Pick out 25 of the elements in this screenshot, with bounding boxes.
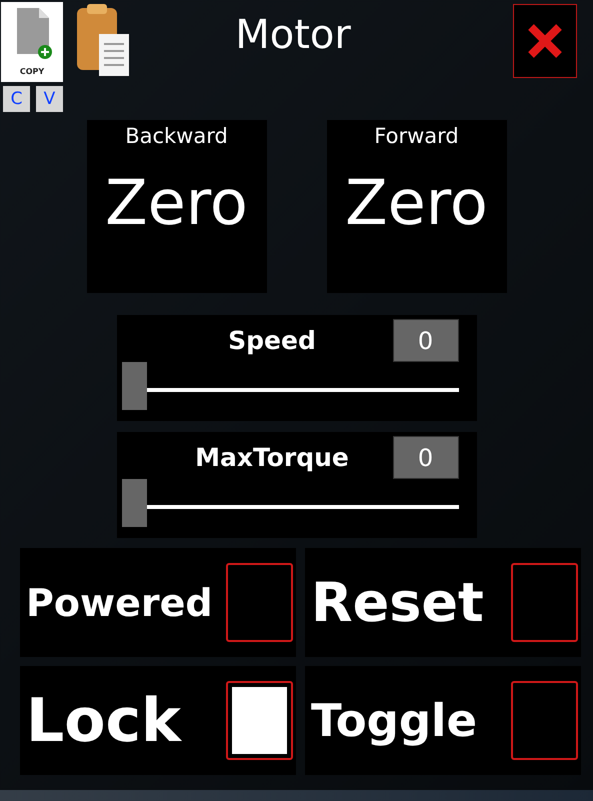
checkbox[interactable] xyxy=(226,563,293,642)
direction-label: Backward xyxy=(125,124,228,148)
direction-label: Forward xyxy=(374,124,459,148)
direction-value: Zero xyxy=(345,166,488,239)
slider-label: MaxTorque xyxy=(194,443,350,472)
checkbox[interactable] xyxy=(511,563,578,642)
checkbox[interactable] xyxy=(226,681,293,760)
toggle-label: Reset xyxy=(311,571,484,634)
slider-track[interactable] xyxy=(122,479,458,527)
toggle-label: Toggle xyxy=(311,694,478,747)
direction-value: Zero xyxy=(105,166,248,239)
close-button[interactable] xyxy=(513,4,577,78)
toggle-label: Powered xyxy=(26,580,213,624)
copy-icon[interactable]: COPY xyxy=(1,2,63,82)
shortcut-key[interactable]: C xyxy=(3,86,30,112)
toggle-label: Lock xyxy=(26,686,181,756)
checkbox[interactable] xyxy=(511,681,578,760)
slider-value: 0 xyxy=(392,319,458,362)
shortcut-key[interactable]: V xyxy=(36,86,63,112)
slider-thumb[interactable] xyxy=(122,362,146,410)
slider-value: 0 xyxy=(392,436,458,479)
slider-track[interactable] xyxy=(122,362,458,410)
slider-label: Speed xyxy=(227,326,317,355)
slider-thumb[interactable] xyxy=(122,479,146,527)
window-title: Motor xyxy=(234,11,352,60)
